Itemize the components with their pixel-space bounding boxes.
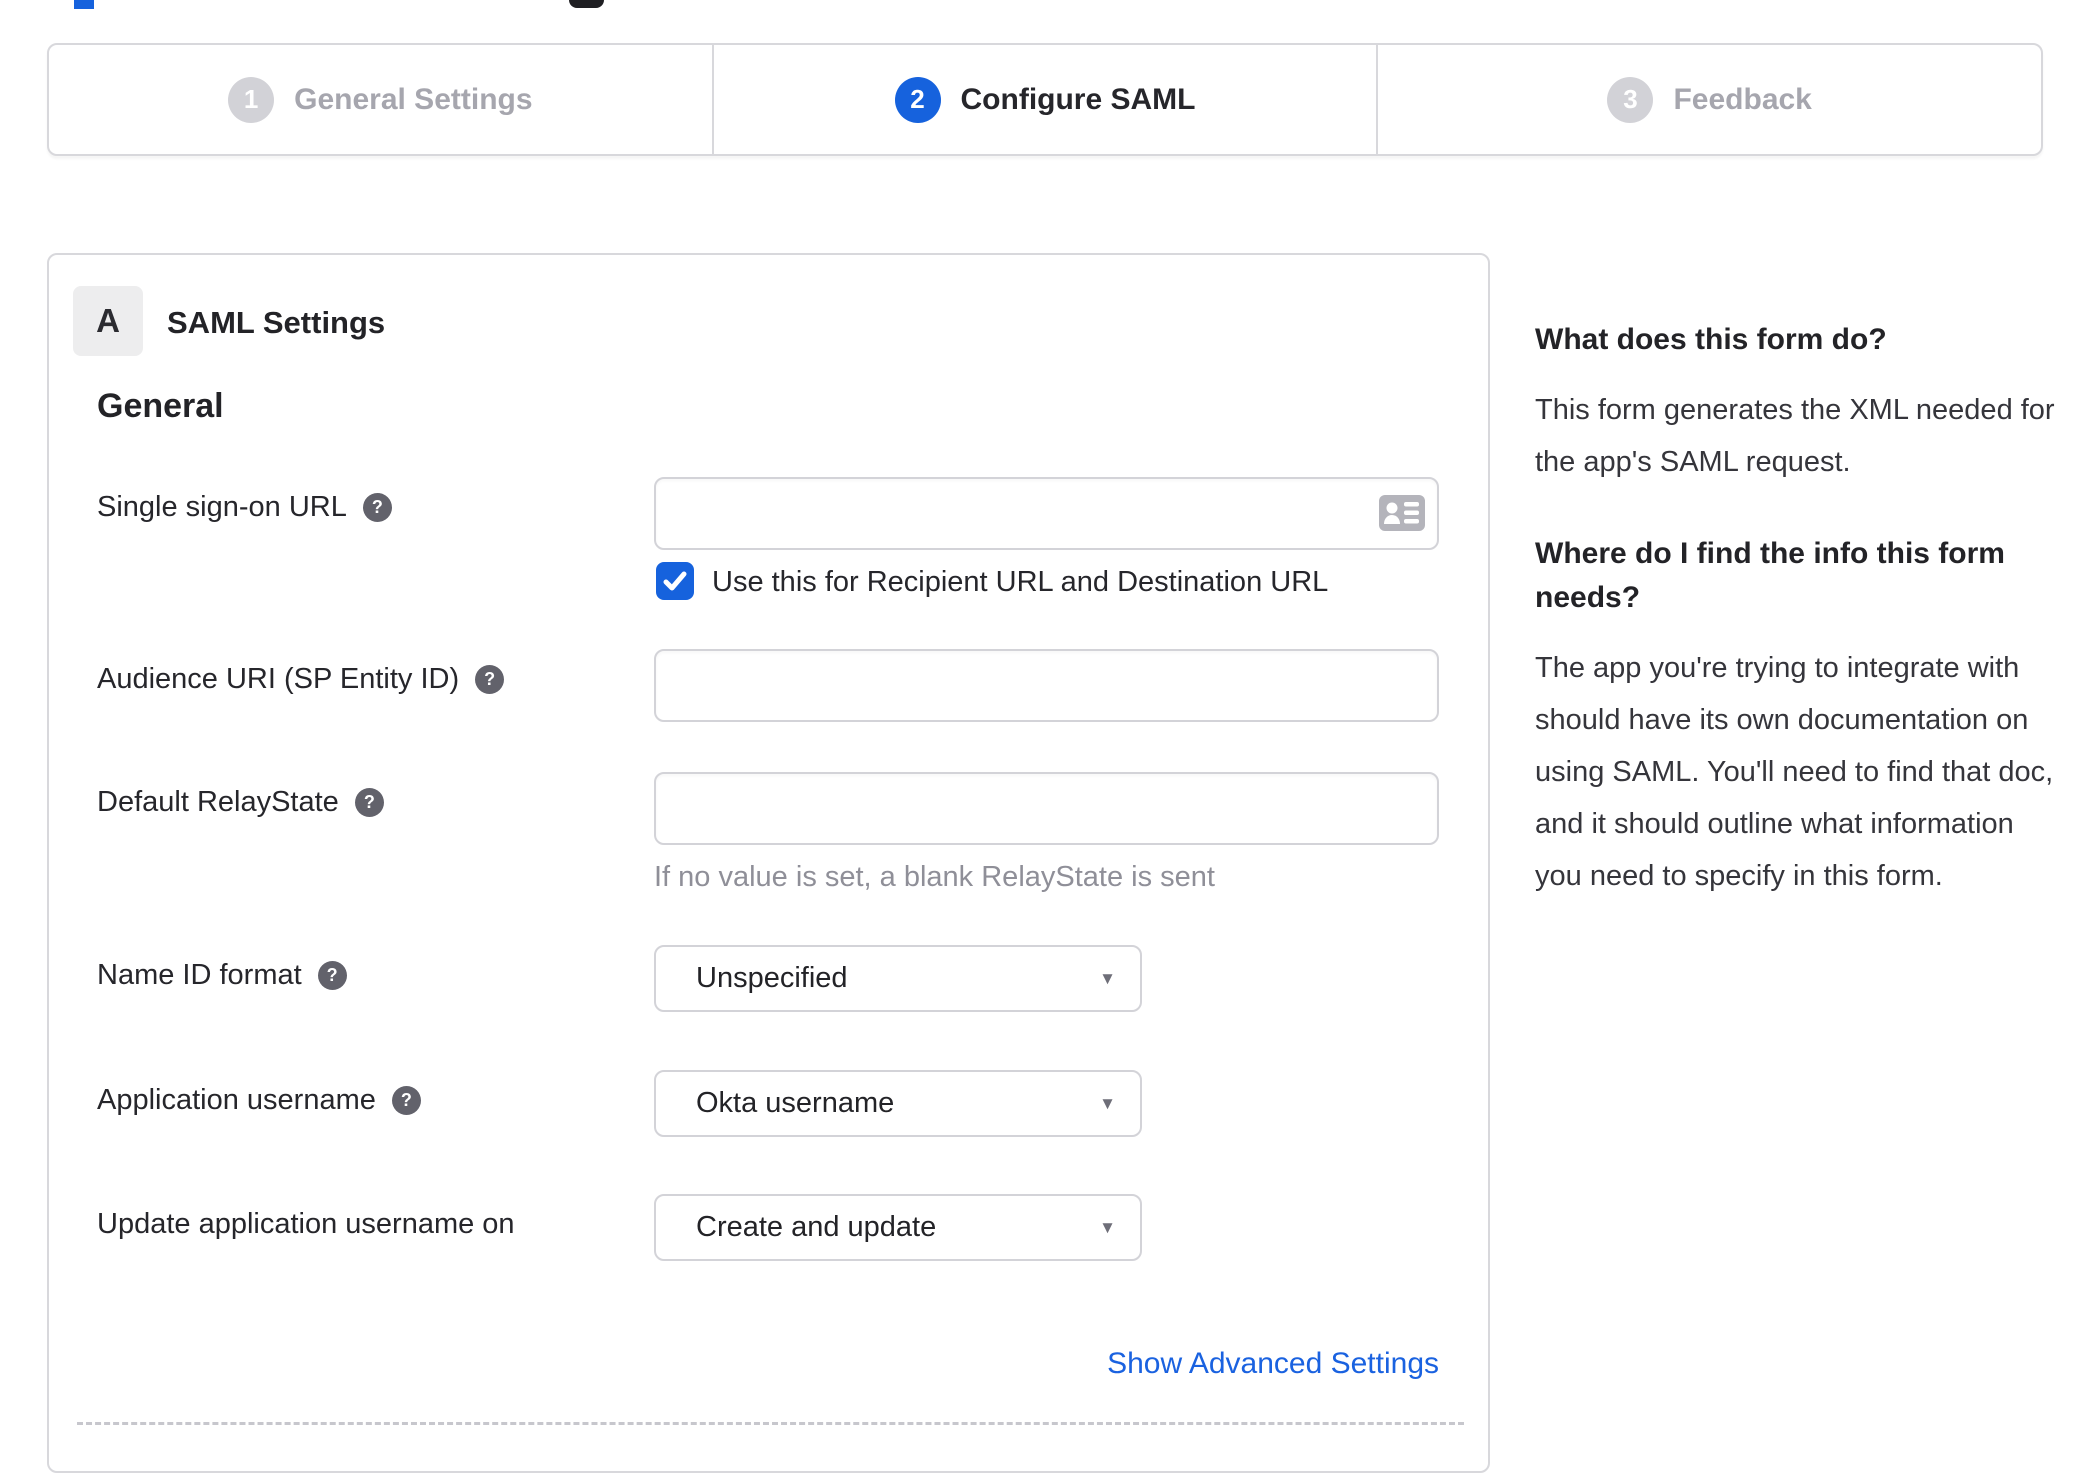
step-general-settings[interactable]: 1 General Settings — [49, 45, 712, 154]
name-id-format-value: Unspecified — [696, 962, 848, 994]
sso-url-label: Single sign-on URL ? — [97, 491, 392, 524]
saml-settings-panel: A SAML Settings General Single sign-on U… — [47, 253, 1490, 1473]
help-icon[interactable]: ? — [362, 493, 392, 522]
section-a-badge: A — [73, 286, 143, 356]
default-relaystate-label: Default RelayState ? — [97, 786, 384, 819]
default-relaystate-input[interactable] — [654, 772, 1439, 845]
sso-url-input[interactable] — [654, 477, 1439, 550]
recipient-url-checkbox[interactable] — [656, 562, 694, 600]
update-username-label: Update application username on — [97, 1208, 515, 1241]
step-number-badge: 3 — [1607, 76, 1654, 123]
help-icon[interactable]: ? — [391, 1086, 421, 1115]
sidebar-body-where: The app you're trying to integrate with … — [1535, 652, 2054, 892]
step-label: General Settings — [294, 82, 533, 116]
dashed-divider — [77, 1422, 1464, 1425]
help-icon[interactable]: ? — [317, 961, 347, 990]
update-username-select[interactable]: Create and update ▼ — [654, 1194, 1142, 1261]
name-id-format-label-text: Name ID format — [97, 959, 302, 991]
application-username-value: Okta username — [696, 1087, 895, 1119]
recipient-url-checkbox-label[interactable]: Use this for Recipient URL and Destinati… — [712, 566, 1328, 599]
application-username-select[interactable]: Okta username ▼ — [654, 1070, 1142, 1137]
step-label: Configure SAML — [960, 82, 1196, 116]
sidebar-heading-where: Where do I find the info this form needs… — [1535, 537, 2005, 614]
help-icon[interactable]: ? — [475, 665, 505, 694]
clipped-blue-element — [74, 0, 94, 9]
step-number-badge: 2 — [894, 76, 941, 123]
step-number-badge: 1 — [228, 76, 275, 123]
wizard-stepper: 1 General Settings 2 Configure SAML 3 Fe… — [47, 43, 2043, 156]
sidebar-heading-what: What does this form do? — [1535, 323, 1887, 356]
sidebar-body-what: This form generates the XML needed for t… — [1535, 394, 2055, 478]
chevron-down-icon: ▼ — [1099, 1217, 1116, 1237]
update-username-label-text: Update application username on — [97, 1208, 515, 1240]
sso-url-label-text: Single sign-on URL — [97, 491, 347, 523]
contact-card-icon[interactable] — [1379, 495, 1425, 531]
chevron-down-icon: ▼ — [1099, 1093, 1116, 1113]
update-username-value: Create and update — [696, 1211, 937, 1243]
step-configure-saml[interactable]: 2 Configure SAML — [711, 45, 1377, 154]
help-sidebar: What does this form do? This form genera… — [1535, 318, 2055, 902]
application-username-label: Application username ? — [97, 1084, 421, 1117]
step-feedback[interactable]: 3 Feedback — [1376, 45, 2041, 154]
show-advanced-settings-link[interactable]: Show Advanced Settings — [654, 1347, 1439, 1381]
audience-uri-label: Audience URI (SP Entity ID) ? — [97, 663, 505, 696]
step-label: Feedback — [1673, 82, 1812, 116]
name-id-format-label: Name ID format ? — [97, 959, 347, 992]
general-section-heading: General — [97, 387, 224, 425]
default-relaystate-label-text: Default RelayState — [97, 786, 339, 818]
name-id-format-select[interactable]: Unspecified ▼ — [654, 945, 1142, 1012]
checkmark-icon — [663, 571, 687, 591]
clipped-dark-element — [569, 0, 604, 8]
application-username-label-text: Application username — [97, 1084, 376, 1116]
panel-title: SAML Settings — [167, 305, 386, 340]
chevron-down-icon: ▼ — [1099, 968, 1116, 988]
audience-uri-input[interactable] — [654, 649, 1439, 722]
help-icon[interactable]: ? — [354, 788, 384, 817]
audience-uri-label-text: Audience URI (SP Entity ID) — [97, 663, 460, 695]
relaystate-hint: If no value is set, a blank RelayState i… — [654, 861, 1215, 893]
